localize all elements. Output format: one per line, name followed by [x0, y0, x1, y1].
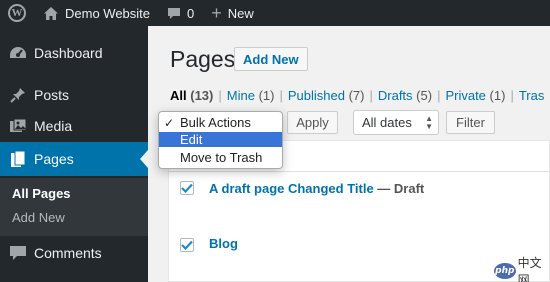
- comments-count: 0: [187, 5, 195, 21]
- submenu-item-all-pages[interactable]: All Pages: [12, 186, 71, 201]
- sidebar-item-media[interactable]: Media: [0, 109, 148, 143]
- php-logo: php: [494, 263, 516, 279]
- checkmark-icon: [181, 240, 193, 250]
- new-content-button[interactable]: + New: [211, 0, 254, 26]
- page-title: Pages: [170, 46, 236, 72]
- admin-bar: W Demo Website 0 + New: [0, 0, 550, 26]
- home-icon: [44, 6, 58, 20]
- filter-trash[interactable]: Tras: [519, 88, 545, 103]
- sidebar-item-posts[interactable]: Posts: [0, 78, 148, 112]
- row-state: — Draft: [373, 181, 425, 196]
- row-title-link[interactable]: Blog: [209, 236, 238, 251]
- bulk-option-move-to-trash[interactable]: Move to Trash: [159, 150, 282, 165]
- sidebar-item-label: Dashboard: [34, 45, 103, 61]
- updown-arrows-icon: ▲ ▼: [425, 114, 433, 131]
- site-name-label: Demo Website: [65, 5, 151, 21]
- dates-select-value: All dates: [362, 115, 412, 130]
- watermark-text: 中文网: [517, 256, 542, 282]
- sidebar-item-dashboard[interactable]: Dashboard: [0, 36, 148, 70]
- comments-link[interactable]: 0: [167, 0, 194, 26]
- sidebar-item-label: Media: [34, 118, 73, 134]
- row-checkbox[interactable]: [180, 238, 194, 252]
- row-checkbox[interactable]: [180, 181, 194, 195]
- submenu-item-add-new[interactable]: Add New: [12, 210, 65, 225]
- watermark: php 中文网: [494, 256, 550, 282]
- checkmark-icon: ✓: [164, 115, 175, 130]
- media-icon: [8, 116, 28, 136]
- filter-mine[interactable]: Mine (1): [227, 88, 275, 103]
- status-filter-links: All (13) | Mine (1) | Published (7) | Drafts (…: [170, 88, 545, 103]
- wordpress-logo-icon: W: [8, 4, 26, 22]
- add-new-button[interactable]: Add New: [234, 47, 308, 71]
- pushpin-icon: [8, 85, 28, 105]
- filter-drafts[interactable]: Drafts (5): [378, 88, 432, 103]
- filter-button[interactable]: Filter: [446, 111, 495, 134]
- sidebar-item-pages[interactable]: Pages: [0, 142, 148, 176]
- bulk-option-bulk-actions[interactable]: ✓ Bulk Actions: [159, 115, 282, 130]
- checkmark-icon: [181, 183, 193, 193]
- comment-bubble-icon: [168, 7, 181, 19]
- plus-icon: +: [211, 3, 222, 23]
- wordpress-logo-button[interactable]: W: [4, 0, 30, 26]
- filter-private[interactable]: Private (1): [445, 88, 505, 103]
- bulk-actions-dropdown[interactable]: ✓ Bulk Actions Edit Move to Trash: [158, 111, 283, 169]
- bulk-option-edit[interactable]: Edit: [159, 132, 282, 147]
- apply-button[interactable]: Apply: [287, 111, 338, 134]
- sidebar-item-label: Posts: [34, 87, 70, 103]
- sidebar-item-label: Comments: [34, 245, 102, 261]
- pages-icon: [8, 149, 28, 169]
- filter-published[interactable]: Published (7): [288, 88, 365, 103]
- new-label: New: [227, 5, 254, 21]
- filter-all[interactable]: All (13): [170, 88, 213, 103]
- dates-select[interactable]: All dates ▲ ▼: [353, 110, 439, 135]
- row-title-link[interactable]: A draft page Changed Title — Draft: [209, 181, 424, 196]
- dashboard-icon: [8, 43, 28, 63]
- pages-submenu: All Pages Add New: [0, 178, 148, 236]
- comment-icon: [8, 243, 28, 263]
- admin-sidebar: Dashboard Posts Media Pages All Pages Ad…: [0, 26, 148, 282]
- sidebar-item-label: Pages: [34, 151, 74, 167]
- site-name-link[interactable]: Demo Website: [44, 0, 150, 26]
- sidebar-item-comments[interactable]: Comments: [0, 236, 148, 270]
